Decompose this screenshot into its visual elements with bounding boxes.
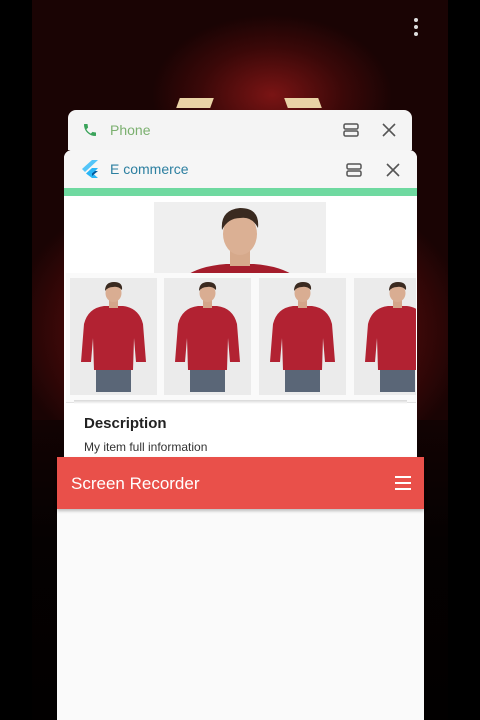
hamburger-menu-icon[interactable]	[395, 476, 411, 490]
divider	[74, 400, 407, 404]
more-vertical-icon[interactable]	[408, 16, 424, 38]
split-screen-icon[interactable]	[341, 121, 361, 139]
flutter-icon	[78, 157, 102, 181]
wallpaper-eye-left	[176, 98, 214, 108]
app-title: Phone	[110, 122, 151, 138]
product-hero-image	[154, 202, 326, 277]
close-icon[interactable]	[383, 161, 403, 179]
app-preview: Description My item full information	[64, 196, 417, 462]
recent-app-card-screen-recorder[interactable]: Screen Recorder	[57, 457, 424, 720]
description-heading: Description	[84, 415, 167, 432]
split-screen-icon[interactable]	[344, 161, 364, 179]
phone-icon	[78, 118, 102, 142]
product-thumbnail-strip[interactable]	[66, 273, 416, 403]
close-icon[interactable]	[379, 121, 399, 139]
wallpaper-eye-right	[284, 98, 322, 108]
recent-app-card-ecommerce[interactable]: E commerce Description My item full info…	[64, 150, 417, 462]
app-bar-title: Screen Recorder	[71, 474, 200, 493]
app-accent-bar	[64, 188, 417, 196]
description-text: My item full information	[84, 440, 208, 454]
recent-app-card-phone[interactable]: Phone	[68, 110, 412, 150]
product-thumbnail[interactable]	[164, 278, 251, 395]
product-thumbnail[interactable]	[354, 278, 416, 395]
card-header: Phone	[68, 110, 412, 150]
card-header: E commerce	[64, 150, 417, 188]
product-thumbnail[interactable]	[70, 278, 157, 395]
app-title: E commerce	[110, 161, 189, 177]
app-bar: Screen Recorder	[57, 457, 424, 509]
product-thumbnail[interactable]	[259, 278, 346, 395]
